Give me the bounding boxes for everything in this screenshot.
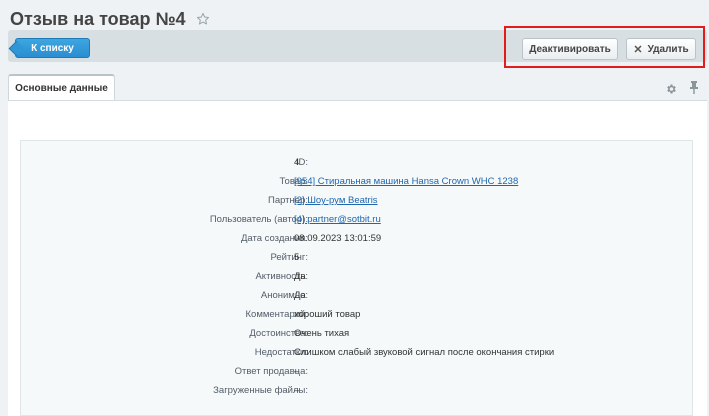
field-value: хороший товар <box>294 309 361 320</box>
product-link[interactable]: [954] Стиральная машина Hansa Crown WHC … <box>294 175 518 189</box>
main-panel: ID: 4 Товар: [954] Стиральная машина Han… <box>8 100 707 416</box>
field-row-author: Пользователь (автор): [4] partner@sotbit… <box>21 213 694 227</box>
field-row-id: ID: 4 <box>21 156 694 170</box>
back-button-label: К списку <box>31 42 74 54</box>
partner-link[interactable]: [2] Шоу-рум Beatris <box>294 194 378 208</box>
highlight-box <box>504 26 705 68</box>
field-row-created: Дата создания: 08.09.2023 13:01:59 <box>21 232 694 246</box>
details-block: ID: 4 Товар: [954] Стиральная машина Han… <box>20 140 693 416</box>
field-row-active: Активность: Да <box>21 270 694 284</box>
field-value: Слишком слабый звуковой сигнал после око… <box>294 347 555 358</box>
field-row-product: Товар: [954] Стиральная машина Hansa Cro… <box>21 175 694 189</box>
tab-main-data[interactable]: Основные данные <box>8 74 115 100</box>
field-value: Да <box>294 290 306 301</box>
field-row-comment: Комментарий: хороший товар <box>21 308 694 322</box>
field-value: – <box>294 385 300 396</box>
tab-label: Основные данные <box>15 82 108 94</box>
title-row: Отзыв на товар №4 <box>10 7 210 31</box>
field-row-files: Загруженные файлы: – <box>21 384 694 398</box>
back-to-list-button[interactable]: К списку <box>15 38 90 58</box>
field-row-cons: Недостатки: Слишком слабый звуковой сигн… <box>21 346 694 360</box>
field-row-rating: Рейтинг: 5 <box>21 251 694 265</box>
tab-bar: Основные данные <box>8 74 707 100</box>
page-title: Отзыв на товар №4 <box>10 8 186 29</box>
field-value: 08.09.2023 13:01:59 <box>294 233 382 244</box>
field-row-anonymous: Анонимно: Да <box>21 289 694 303</box>
field-row-seller-reply: Ответ продавца: – <box>21 365 694 379</box>
field-value: 4 <box>294 157 300 168</box>
field-value: 5 <box>294 252 300 263</box>
field-value: Очень тихая <box>294 328 350 339</box>
gear-icon[interactable] <box>665 82 677 94</box>
author-link[interactable]: [4] partner@sotbit.ru <box>294 213 381 227</box>
field-row-pros: Достоинства: Очень тихая <box>21 327 694 341</box>
field-row-partner: Партнер: [2] Шоу-рум Beatris <box>21 194 694 208</box>
field-label: Рейтинг: <box>270 252 308 263</box>
pin-icon[interactable] <box>689 81 699 94</box>
star-icon[interactable] <box>196 12 210 26</box>
field-value: – <box>294 366 300 377</box>
field-value: Да <box>294 271 306 282</box>
